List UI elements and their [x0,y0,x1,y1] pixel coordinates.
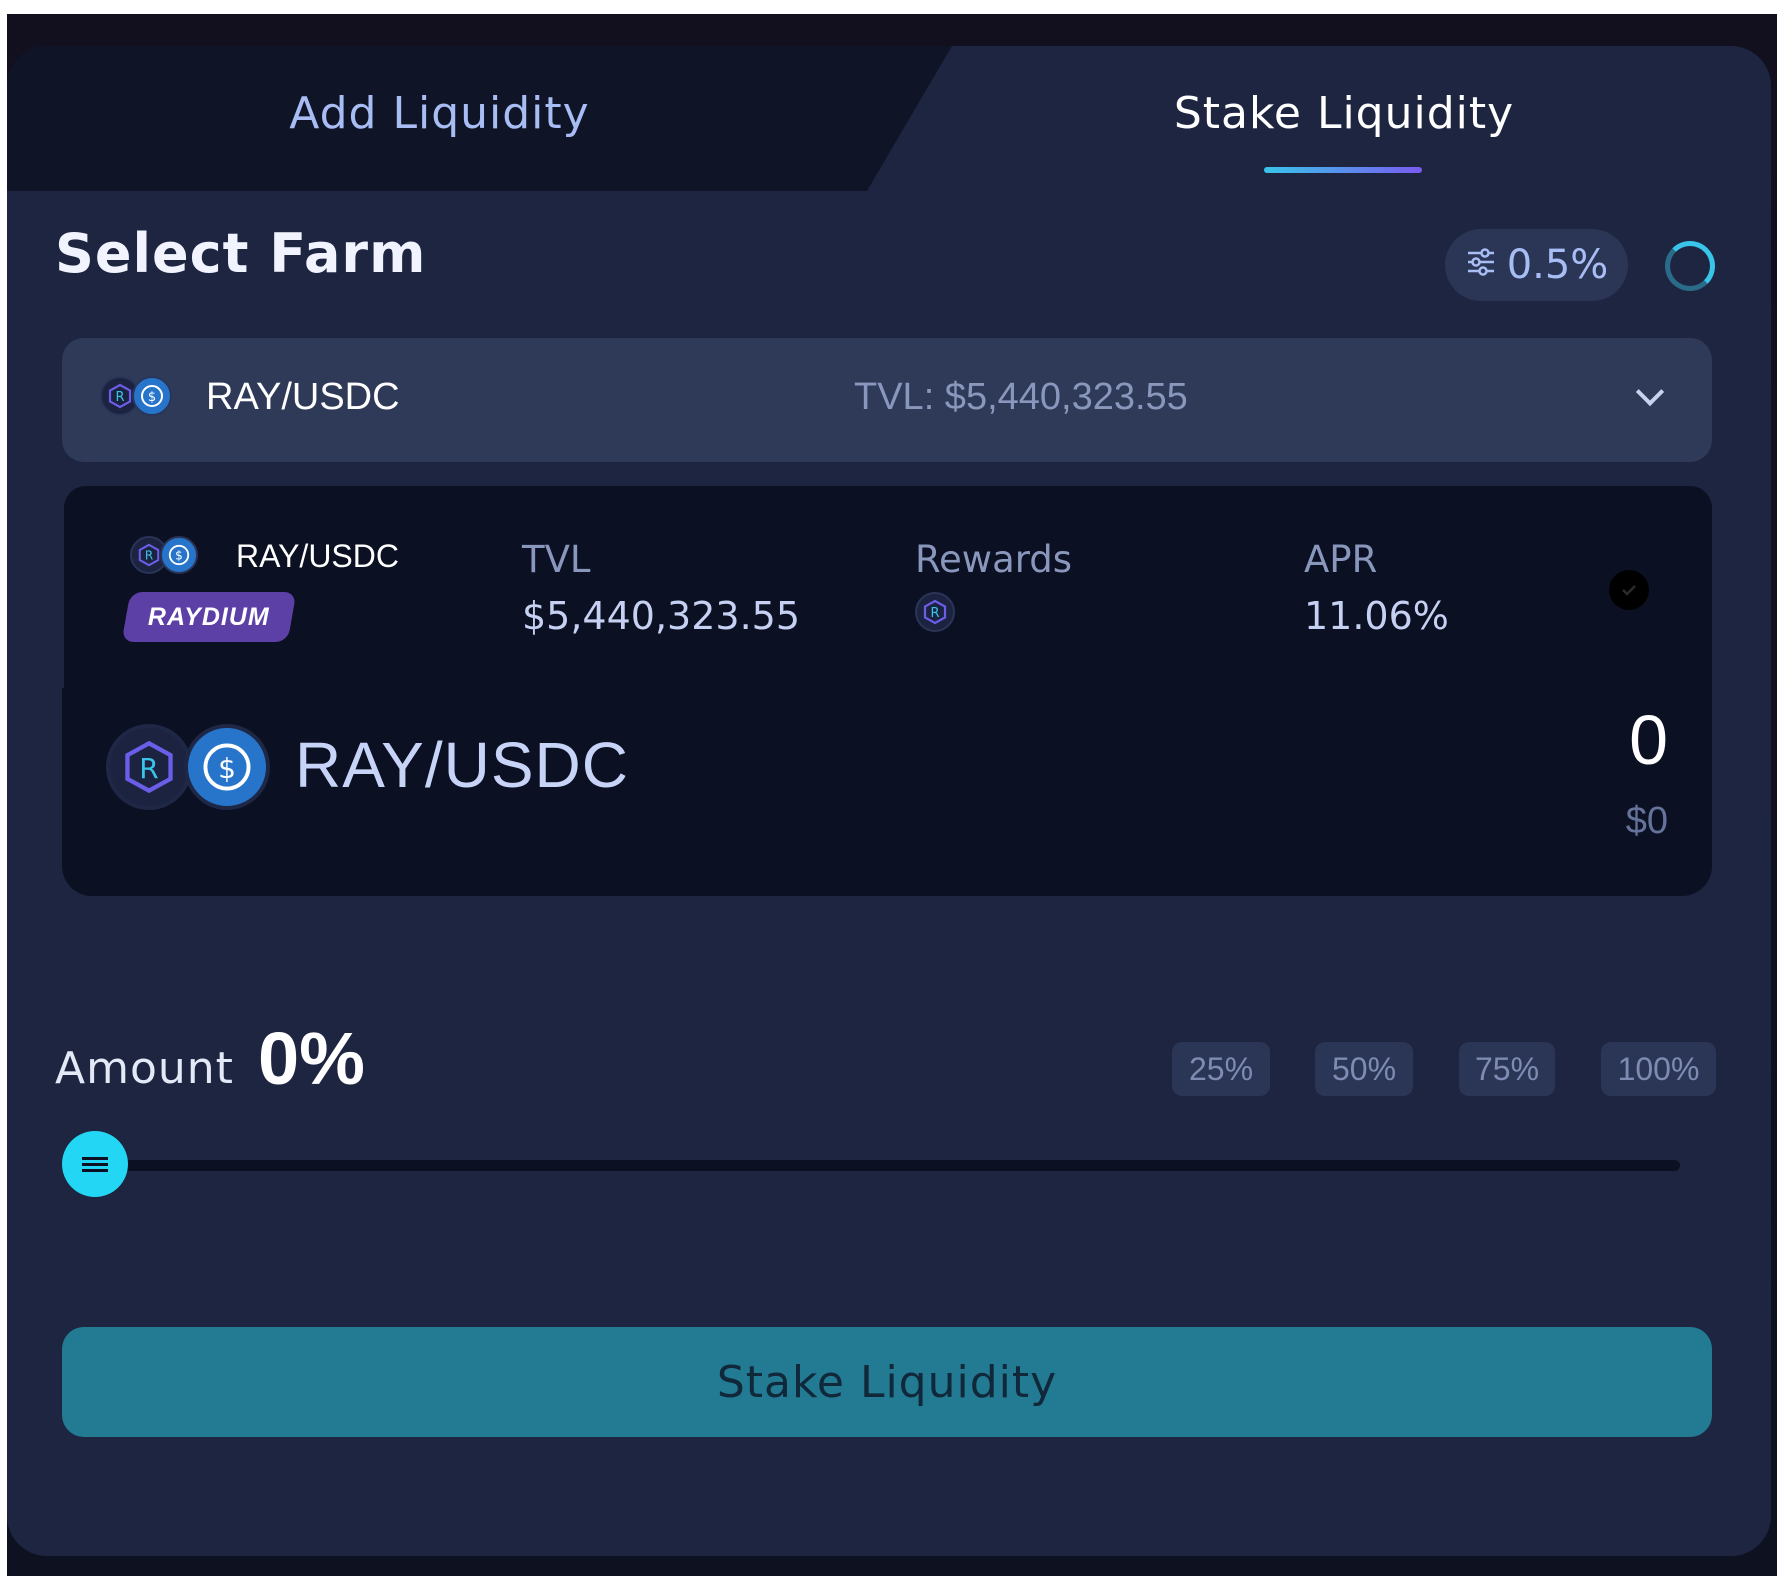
selected-farm-tvl: TVL: $5,440,323.55 [854,376,1188,418]
chevron-down-icon [1635,377,1665,407]
svg-text:R: R [115,390,124,405]
token-pair-icons: R $ [106,724,270,810]
amount-percent: 0% [258,1017,365,1100]
svg-text:R: R [145,549,153,563]
selected-farm-pair: RAY/USDC [206,376,400,418]
tab-add-liquidity-label: Add Liquidity [289,88,590,139]
svg-text:R: R [930,606,939,621]
rewards-label: Rewards [915,538,1073,581]
apr-label: APR [1304,538,1378,581]
svg-text:R: R [139,752,158,785]
amount-label: Amount [55,1043,234,1094]
usdc-token-icon: $ [132,376,172,416]
preset-50-button[interactable]: 50% [1315,1042,1413,1096]
stake-pair-name: RAY/USDC [295,729,629,801]
tab-stake-liquidity-label: Stake Liquidity [1173,88,1515,139]
svg-text:$: $ [218,752,236,785]
tab-add-liquidity[interactable]: Add Liquidity [7,46,952,191]
preset-100-button[interactable]: 100% [1601,1042,1716,1096]
drag-handle-icon [82,1154,108,1175]
raydium-token-icon: R [915,592,955,632]
stake-amount-value: 0 [1629,701,1668,779]
raydium-token-icon: R [106,724,192,810]
amount-slider-handle[interactable] [62,1131,128,1197]
apr-value: 11.06% [1304,594,1449,638]
farm-pair-name: RAY/USDC [236,538,399,574]
svg-text:$: $ [148,390,156,405]
raydium-badge: RAYDIUM [121,592,297,642]
stake-liquidity-button[interactable]: Stake Liquidity [62,1327,1712,1437]
amount-slider-track[interactable] [110,1160,1680,1171]
token-pair-icons: R $ [130,536,198,574]
tvl-label: TVL [522,538,591,581]
slippage-settings-button[interactable]: 0.5% [1445,229,1628,301]
token-pair-icons: R $ [100,376,172,416]
usdc-token-icon: $ [160,536,198,574]
stake-liquidity-button-label: Stake Liquidity [716,1356,1058,1408]
preset-25-button[interactable]: 25% [1172,1042,1270,1096]
svg-text:$: $ [175,549,183,563]
page-title: Select Farm [55,222,427,285]
badge-label: RAYDIUM [148,602,270,631]
farm-list-item[interactable]: R $ RAY/USDC RAYDIUM TVL $5,440,323.55 R… [64,486,1712,689]
slippage-value: 0.5% [1506,242,1609,288]
stake-amount-box: R $ RAY/USDC 0 $0 [62,688,1712,896]
preset-75-button[interactable]: 75% [1459,1042,1555,1096]
usdc-token-icon: $ [184,724,270,810]
sliders-icon [1465,242,1497,288]
check-icon [1609,570,1649,610]
refresh-icon[interactable] [1665,241,1715,291]
active-tab-indicator [1264,167,1422,173]
farm-selector[interactable]: R $ RAY/USDC TVL: $5,440,323.55 [62,338,1712,462]
tvl-value: $5,440,323.55 [522,594,801,638]
stake-amount-usd: $0 [1625,800,1668,842]
